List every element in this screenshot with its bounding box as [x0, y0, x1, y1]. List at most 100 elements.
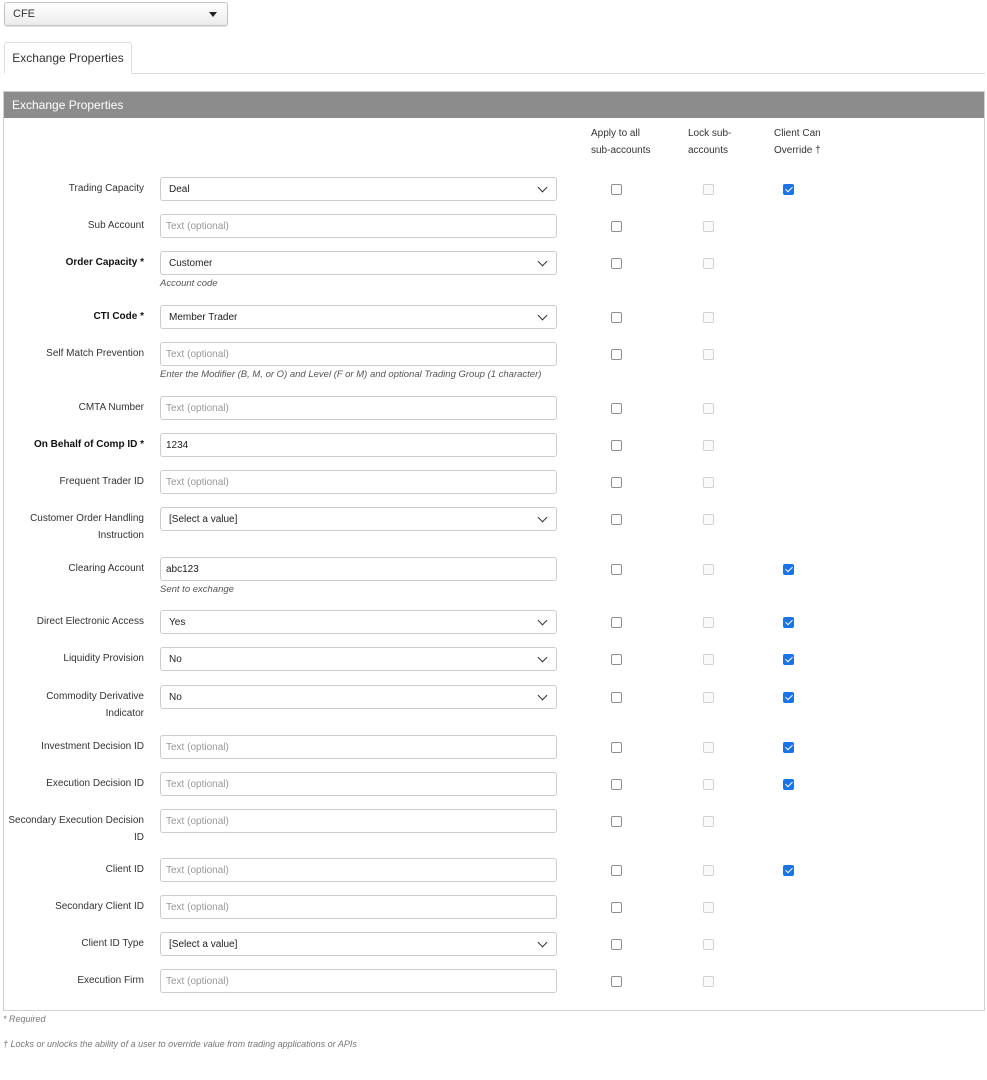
tab-exchange-properties[interactable]: Exchange Properties — [4, 42, 132, 74]
field-input[interactable]: Text (optional) — [160, 396, 557, 420]
apply-all-checkbox[interactable] — [611, 221, 622, 232]
field-label: Sub Account — [87, 220, 144, 231]
field-hint: Enter the Modifier (B, M, or O) and Leve… — [160, 369, 542, 380]
exchange-select-value: CFE — [13, 8, 35, 20]
client-override-checkbox[interactable] — [783, 742, 794, 753]
required-footnote: * Required — [3, 1014, 46, 1024]
lock-subaccounts-checkbox — [703, 477, 714, 488]
client-override-checkbox[interactable] — [783, 779, 794, 790]
field-placeholder: Text (optional) — [166, 476, 229, 488]
column-header-override-line2: Override † — [774, 145, 821, 156]
field-placeholder: Text (optional) — [166, 348, 229, 360]
client-override-checkbox[interactable] — [783, 692, 794, 703]
field-select[interactable]: No — [160, 685, 557, 709]
field-select[interactable]: [Select a value] — [160, 932, 557, 956]
field-input[interactable]: Text (optional) — [160, 342, 557, 366]
field-placeholder: Text (optional) — [166, 402, 229, 414]
field-input[interactable]: Text (optional) — [160, 735, 557, 759]
field-input[interactable]: Text (optional) — [160, 470, 557, 494]
field-label: Client ID Type — [81, 938, 144, 949]
lock-subaccounts-checkbox — [703, 779, 714, 790]
field-input[interactable]: Text (optional) — [160, 809, 557, 833]
apply-all-checkbox[interactable] — [611, 617, 622, 628]
lock-subaccounts-checkbox — [703, 654, 714, 665]
column-header-apply-line1: Apply to all — [591, 128, 640, 139]
apply-all-checkbox[interactable] — [611, 440, 622, 451]
field-hint: Account code — [160, 278, 218, 289]
apply-all-checkbox[interactable] — [611, 692, 622, 703]
client-override-checkbox[interactable] — [783, 617, 794, 628]
field-label: Liquidity Provision — [63, 653, 144, 664]
lock-subaccounts-checkbox — [703, 514, 714, 525]
client-override-checkbox[interactable] — [783, 865, 794, 876]
client-override-checkbox[interactable] — [783, 654, 794, 665]
apply-all-checkbox[interactable] — [611, 939, 622, 950]
client-override-checkbox[interactable] — [783, 184, 794, 195]
field-select[interactable]: Deal — [160, 177, 557, 201]
chevron-down-icon — [537, 256, 548, 266]
field-label: On Behalf of Comp ID * — [34, 439, 144, 450]
override-footnote: † Locks or unlocks the ability of a user… — [3, 1039, 357, 1049]
apply-all-checkbox[interactable] — [611, 184, 622, 195]
tab-label: Exchange Properties — [12, 51, 124, 65]
apply-all-checkbox[interactable] — [611, 564, 622, 575]
field-select[interactable]: Customer — [160, 251, 557, 275]
field-input[interactable]: Text (optional) — [160, 895, 557, 919]
field-placeholder: Text (optional) — [166, 975, 229, 987]
panel-title: Exchange Properties — [12, 98, 124, 112]
apply-all-checkbox[interactable] — [611, 258, 622, 269]
apply-all-checkbox[interactable] — [611, 865, 622, 876]
field-hint: Sent to exchange — [160, 584, 234, 595]
field-label: Commodity Derivative Indicator — [46, 691, 144, 719]
field-value: No — [169, 653, 182, 665]
apply-all-checkbox[interactable] — [611, 403, 622, 414]
field-value: No — [169, 691, 182, 703]
apply-all-checkbox[interactable] — [611, 349, 622, 360]
field-select[interactable]: Yes — [160, 610, 557, 634]
apply-all-checkbox[interactable] — [611, 514, 622, 525]
field-placeholder: Text (optional) — [166, 815, 229, 827]
apply-all-checkbox[interactable] — [611, 902, 622, 913]
client-override-checkbox[interactable] — [783, 564, 794, 575]
chevron-down-icon — [537, 512, 548, 522]
chevron-down-icon — [537, 652, 548, 662]
chevron-down-icon — [537, 690, 548, 700]
lock-subaccounts-checkbox — [703, 617, 714, 628]
column-header-lock-line1: Lock sub- — [688, 128, 732, 139]
field-input[interactable]: Text (optional) — [160, 969, 557, 993]
field-placeholder: Text (optional) — [166, 741, 229, 753]
panel-header: Exchange Properties — [4, 92, 984, 118]
apply-all-checkbox[interactable] — [611, 816, 622, 827]
apply-all-checkbox[interactable] — [611, 742, 622, 753]
lock-subaccounts-checkbox — [703, 976, 714, 987]
field-placeholder: Text (optional) — [166, 901, 229, 913]
field-select[interactable]: Member Trader — [160, 305, 557, 329]
column-header-lock-line2: accounts — [688, 145, 729, 156]
column-header-client-override: Client Can Override † — [774, 125, 821, 159]
field-label: Trading Capacity — [68, 183, 144, 194]
apply-all-checkbox[interactable] — [611, 312, 622, 323]
field-input[interactable]: Text (optional) — [160, 858, 557, 882]
field-label: Execution Decision ID — [46, 778, 144, 789]
field-input[interactable]: 1234 — [160, 433, 557, 457]
lock-subaccounts-checkbox — [703, 258, 714, 269]
apply-all-checkbox[interactable] — [611, 477, 622, 488]
apply-all-checkbox[interactable] — [611, 976, 622, 987]
field-input[interactable]: abc123 — [160, 557, 557, 581]
field-input[interactable]: Text (optional) — [160, 214, 557, 238]
field-label: Execution Firm — [77, 975, 144, 986]
apply-all-checkbox[interactable] — [611, 779, 622, 790]
exchange-select[interactable]: CFE — [4, 2, 228, 26]
lock-subaccounts-checkbox — [703, 440, 714, 451]
lock-subaccounts-checkbox — [703, 692, 714, 703]
lock-subaccounts-checkbox — [703, 939, 714, 950]
field-select[interactable]: [Select a value] — [160, 507, 557, 531]
field-label: Self Match Prevention — [46, 348, 144, 359]
field-label: CTI Code * — [93, 311, 144, 322]
field-input[interactable]: Text (optional) — [160, 772, 557, 796]
field-select[interactable]: No — [160, 647, 557, 671]
field-label: Secondary Client ID — [55, 901, 144, 912]
tab-bar-divider — [4, 73, 985, 74]
apply-all-checkbox[interactable] — [611, 654, 622, 665]
lock-subaccounts-checkbox — [703, 403, 714, 414]
